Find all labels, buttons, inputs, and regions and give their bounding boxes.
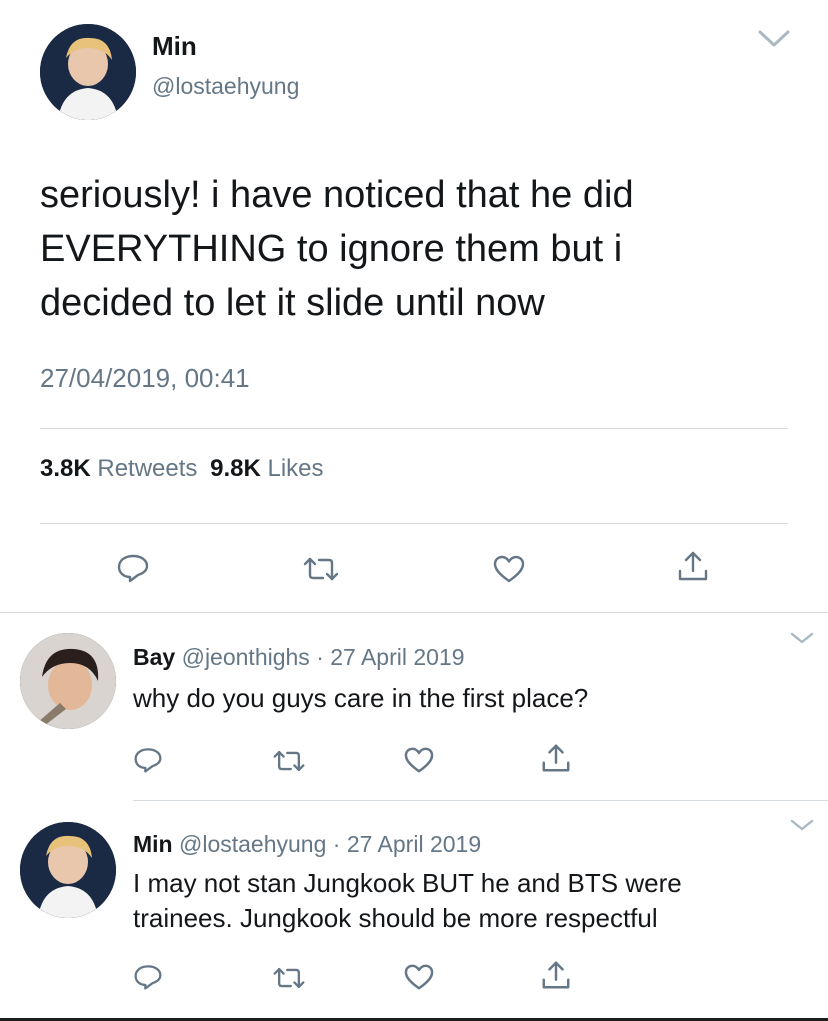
avatar[interactable] (20, 822, 116, 918)
share-icon[interactable] (676, 549, 710, 583)
divider (40, 523, 788, 524)
like-icon[interactable] (403, 963, 435, 991)
reply-text: I may not stan Jungkook BUT he and BTS w… (133, 866, 813, 936)
share-icon[interactable] (540, 742, 572, 774)
tweet-text-line: seriously! i have noticed that he did (40, 174, 634, 216)
author-handle[interactable]: @lostaehyung (152, 72, 299, 100)
author-name[interactable]: Bay (133, 644, 175, 670)
retweet-icon[interactable] (302, 556, 340, 582)
reply-header: Bay @jeonthighs · 27 April 2019 (133, 643, 465, 671)
retweet-icon[interactable] (272, 749, 306, 773)
avatar[interactable] (20, 633, 116, 729)
like-label: Likes (267, 455, 324, 482)
divider (133, 800, 828, 801)
author-handle[interactable]: @jeonthighs (182, 644, 310, 670)
like-icon[interactable] (492, 554, 526, 584)
reply-text-line: why do you guys care in the first place? (133, 683, 589, 713)
avatar[interactable] (40, 24, 136, 120)
like-count: 9.8K (210, 455, 261, 482)
divider (0, 612, 828, 613)
author-handle[interactable]: @lostaehyung (179, 831, 326, 857)
reply-text: why do you guys care in the first place? (133, 681, 588, 715)
reply-date[interactable]: 27 April 2019 (330, 644, 464, 670)
engagement-stats: 3.8K Retweets 9.8K Likes (40, 454, 324, 484)
like-icon[interactable] (403, 746, 435, 774)
reply-text-line: trainees. Jungkook should be more respec… (133, 903, 658, 933)
reply-header: Min @lostaehyung · 27 April 2019 (133, 830, 481, 858)
reply-icon[interactable] (116, 553, 150, 583)
reply-date[interactable]: 27 April 2019 (347, 831, 481, 857)
divider (40, 428, 788, 429)
like-stat[interactable]: 9.8K Likes (210, 455, 323, 482)
reply-icon[interactable] (133, 746, 163, 774)
separator-dot: · (316, 644, 324, 670)
tweet-text-line: EVERYTHING to ignore them but i (40, 228, 623, 270)
author-name[interactable]: Min (152, 30, 197, 62)
reply-text-line: I may not stan Jungkook BUT he and BTS w… (133, 868, 682, 898)
retweet-count: 3.8K (40, 455, 91, 482)
tweet-timestamp[interactable]: 27/04/2019, 00:41 (40, 362, 250, 394)
retweet-icon[interactable] (272, 966, 306, 990)
reply-icon[interactable] (133, 963, 163, 991)
chevron-down-icon[interactable] (788, 817, 816, 833)
chevron-down-icon[interactable] (788, 630, 816, 646)
tweet-text: seriously! i have noticed that he did EV… (40, 168, 800, 330)
retweet-stat[interactable]: 3.8K Retweets (40, 455, 204, 482)
separator-dot: · (332, 831, 341, 857)
retweet-label: Retweets (97, 455, 198, 482)
tweet-text-line: decided to let it slide until now (40, 282, 545, 324)
author-name[interactable]: Min (133, 831, 173, 857)
share-icon[interactable] (540, 959, 572, 991)
chevron-down-icon[interactable] (756, 28, 792, 50)
